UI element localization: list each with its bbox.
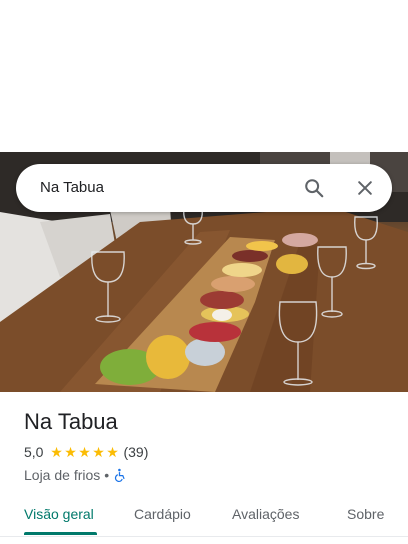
- tab-menu[interactable]: Cardápio: [134, 496, 191, 532]
- tab-reviews[interactable]: Avaliações: [232, 496, 299, 532]
- rating-value: 5,0: [24, 444, 44, 460]
- map-blank-area: [0, 0, 408, 152]
- place-info: Na Tabua 5,0 ★ ★ ★ ★ ★ (39) Loja de frio…: [24, 408, 394, 484]
- wheelchair-icon: [113, 468, 127, 482]
- place-category: Loja de frios: [24, 467, 101, 483]
- star-icon: ★: [78, 444, 91, 460]
- star-icon: ★: [106, 444, 119, 460]
- star-icon: ★: [64, 444, 77, 460]
- close-icon[interactable]: [351, 174, 379, 202]
- star-rating: ★ ★ ★ ★ ★: [49, 445, 119, 459]
- search-icon[interactable]: [300, 174, 328, 202]
- star-icon: ★: [92, 444, 105, 460]
- place-title: Na Tabua: [24, 409, 118, 434]
- review-count[interactable]: (39): [123, 444, 148, 460]
- search-input[interactable]: Na Tabua: [40, 164, 104, 212]
- rating-row[interactable]: 5,0 ★ ★ ★ ★ ★ (39): [24, 443, 394, 461]
- separator: •: [104, 467, 110, 483]
- tab-about[interactable]: Sobre: [347, 496, 384, 532]
- active-tab-indicator: [24, 532, 97, 535]
- search-bar[interactable]: Na Tabua: [16, 164, 392, 212]
- star-icon: ★: [50, 444, 63, 460]
- tabs-divider: [0, 536, 408, 537]
- tab-overview[interactable]: Visão geral: [24, 496, 94, 532]
- category-row: Loja de frios •: [24, 466, 394, 484]
